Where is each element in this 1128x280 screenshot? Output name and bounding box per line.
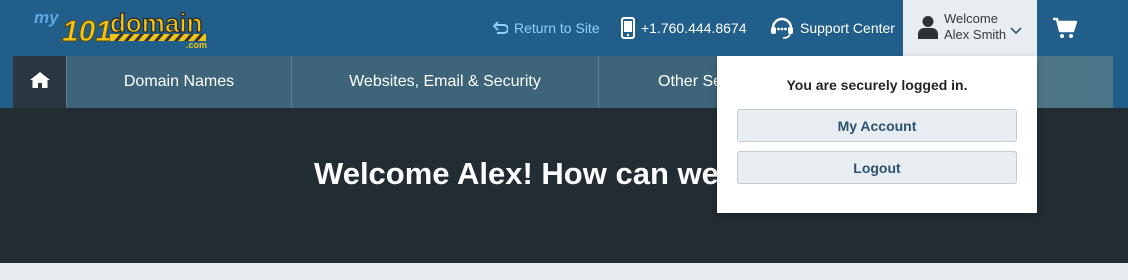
return-arrow-icon <box>493 21 508 35</box>
nav-domain-names[interactable]: Domain Names <box>66 56 291 108</box>
page-body <box>0 263 1128 280</box>
logo-tld: .com <box>186 40 207 48</box>
logo-my: my <box>34 8 60 27</box>
headset-icon <box>770 17 794 39</box>
nav-home-button[interactable] <box>13 56 66 108</box>
support-center-link[interactable]: Support Center <box>770 0 895 56</box>
chevron-down-icon <box>1010 22 1022 40</box>
phone-number: +1.760.444.8674 <box>641 20 747 36</box>
top-header: my 101 domain .com Return to Site +1.760… <box>0 0 1128 56</box>
nav-websites-email-security[interactable]: Websites, Email & Security <box>291 56 598 108</box>
nav-extra-item[interactable] <box>1037 56 1113 108</box>
hero-title: Welcome Alex! How can we he <box>314 156 764 191</box>
account-dropdown: You are securely logged in. My Account L… <box>717 56 1037 213</box>
my-account-button[interactable]: My Account <box>737 109 1017 142</box>
logo-domain: domain <box>110 8 202 38</box>
cart-icon <box>1053 17 1078 43</box>
account-username: Alex Smith <box>944 27 1007 42</box>
return-to-site-label: Return to Site <box>514 20 600 36</box>
logo-number: 101 <box>62 15 112 48</box>
account-welcome: Welcome <box>944 11 998 26</box>
phone-link[interactable]: +1.760.444.8674 <box>621 0 747 56</box>
login-status-message: You are securely logged in. <box>786 77 968 93</box>
support-center-label: Support Center <box>800 20 895 36</box>
site-logo[interactable]: my 101 domain .com <box>34 8 216 48</box>
logout-button[interactable]: Logout <box>737 151 1017 184</box>
home-icon <box>29 71 51 94</box>
phone-icon <box>621 17 635 39</box>
user-icon <box>918 15 938 44</box>
cart-button[interactable] <box>1053 17 1078 44</box>
account-greeting: Welcome Alex Smith <box>944 11 1006 43</box>
account-menu-toggle[interactable]: Welcome Alex Smith <box>903 0 1037 56</box>
return-to-site-link[interactable]: Return to Site <box>493 0 600 56</box>
